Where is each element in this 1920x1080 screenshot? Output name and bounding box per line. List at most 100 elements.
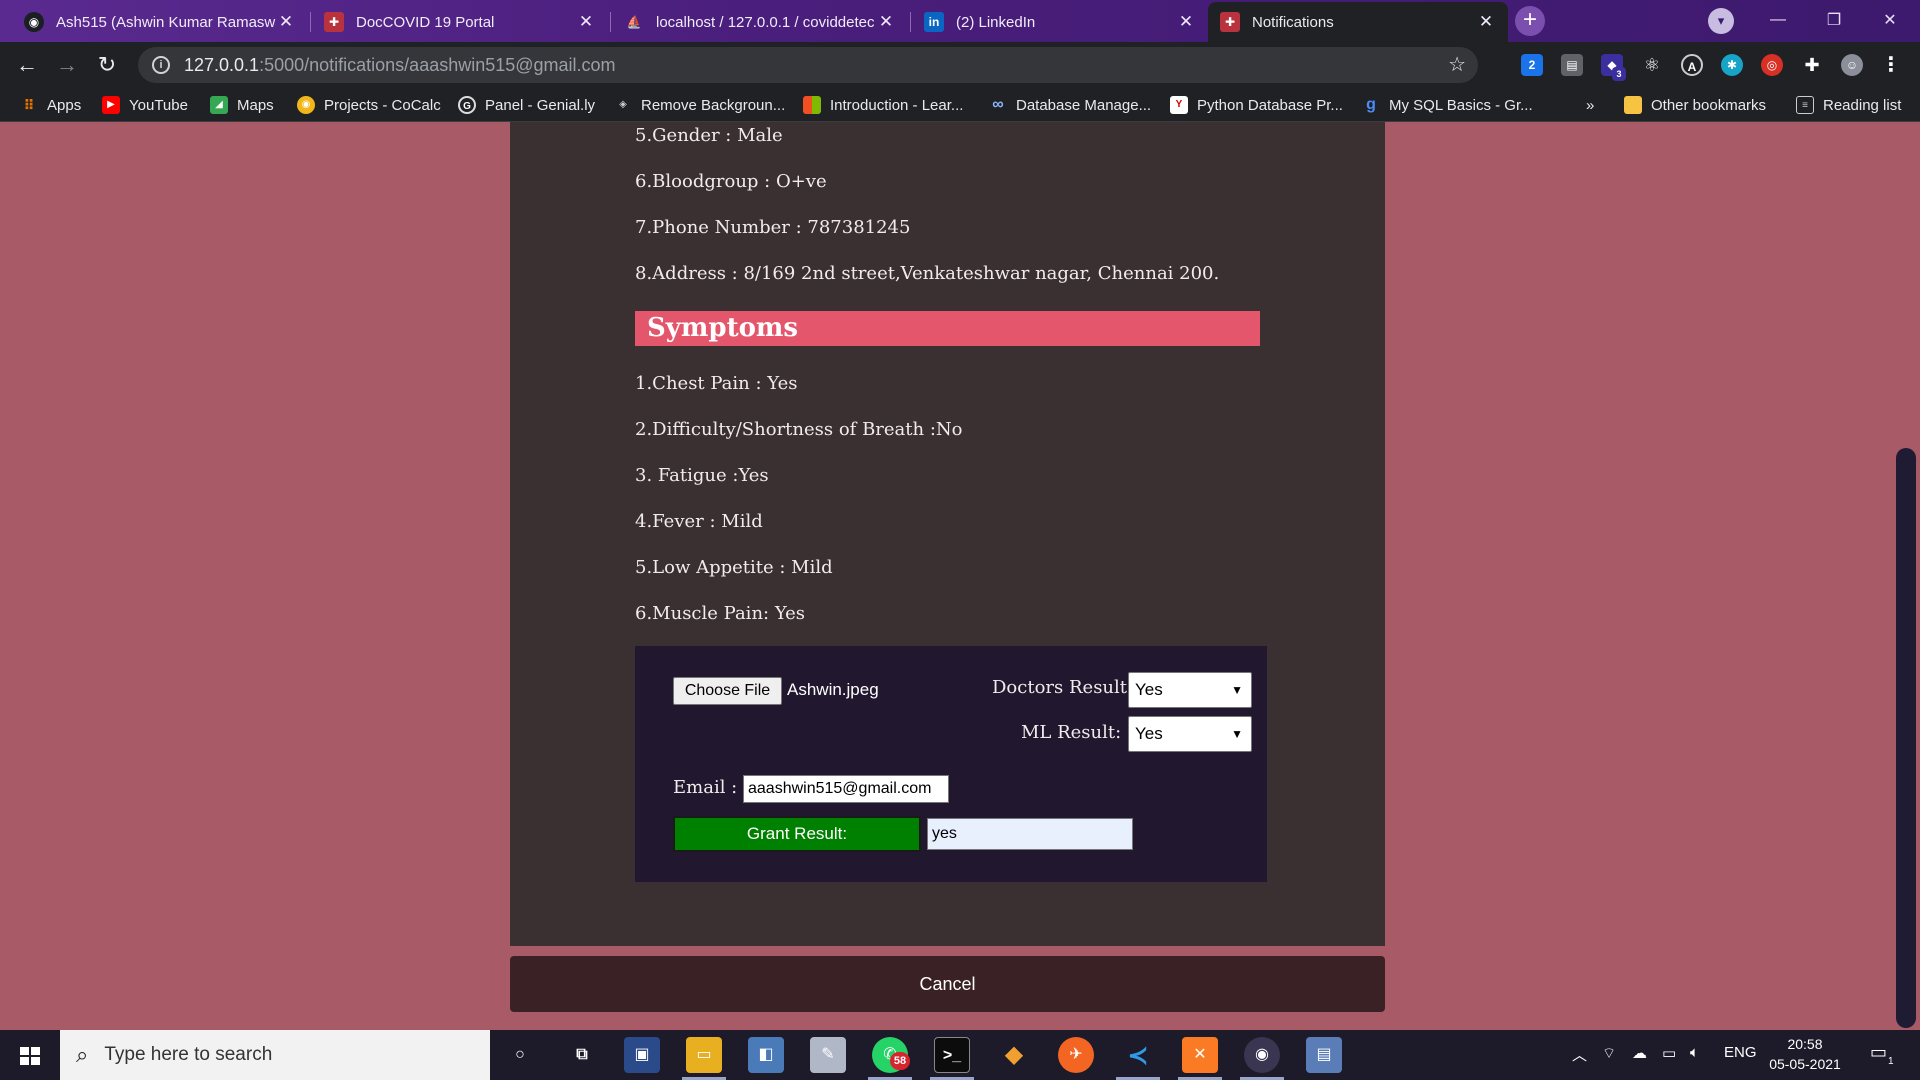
- tray-chevron-up-icon[interactable]: ︿: [1572, 1044, 1587, 1065]
- tab-notifications[interactable]: ✚ Notifications ✕: [1208, 2, 1508, 42]
- close-icon[interactable]: ✕: [1476, 12, 1496, 32]
- taskbar-search[interactable]: ⌕ Type here to search: [60, 1030, 490, 1080]
- grant-result-button[interactable]: Grant Result:: [673, 816, 921, 852]
- bookmark-star-icon[interactable]: ☆: [1448, 52, 1466, 77]
- app-icon[interactable]: ◧: [748, 1037, 784, 1073]
- windows-taskbar: ⌕ Type here to search ○ ⧉ ▣ ▭ ◧ ✎ ✆ 58 >…: [0, 1030, 1920, 1080]
- bookmark-youtube[interactable]: ▶ YouTube: [102, 93, 188, 117]
- bookmark-mysql[interactable]: g My SQL Basics - Gr...: [1362, 93, 1533, 117]
- browser-toolbar: ← → ↻ i 127.0.0.1:5000/notifications/aaa…: [0, 42, 1920, 88]
- minimize-icon[interactable]: —: [1750, 0, 1806, 40]
- start-button[interactable]: [0, 1030, 60, 1080]
- patient-bloodgroup: 6.Bloodgroup : O+ve: [635, 171, 827, 192]
- ml-result-value: Yes: [1135, 724, 1163, 743]
- extension-icon[interactable]: ✱: [1721, 54, 1743, 76]
- extension-icon[interactable]: ▤: [1561, 54, 1583, 76]
- reading-list[interactable]: ≡ Reading list: [1796, 93, 1901, 117]
- bookmark-label: Remove Backgroun...: [641, 96, 786, 114]
- bookmark-python-db[interactable]: Y Python Database Pr...: [1170, 93, 1343, 117]
- store-icon[interactable]: ▣: [624, 1037, 660, 1073]
- remote-desktop-icon[interactable]: ▤: [1306, 1037, 1342, 1073]
- vscode-icon[interactable]: ≺: [1120, 1037, 1156, 1073]
- url-path: :5000/notifications/aaashwin515@gmail.co…: [259, 54, 616, 75]
- tab-search-icon[interactable]: ▾: [1708, 8, 1734, 34]
- extension-icon[interactable]: ◎: [1761, 54, 1783, 76]
- postman-icon[interactable]: ✈: [1058, 1037, 1094, 1073]
- extensions-puzzle-icon[interactable]: ✚: [1801, 54, 1823, 76]
- reload-icon[interactable]: ↻: [92, 50, 122, 80]
- ml-result-select[interactable]: Yes ▼: [1128, 716, 1252, 752]
- react-devtools-icon[interactable]: ⚛: [1641, 54, 1663, 76]
- battery-icon[interactable]: ▭: [1662, 1044, 1676, 1062]
- task-view-icon[interactable]: ⧉: [564, 1037, 600, 1073]
- apps-grid-icon: ⠿: [23, 97, 35, 113]
- bookmark-label: Database Manage...: [1016, 96, 1152, 114]
- grant-result-field[interactable]: yes: [927, 818, 1133, 850]
- notifications-icon[interactable]: ▭: [1870, 1042, 1887, 1063]
- tab-phpmyadmin[interactable]: ⛵ localhost / 127.0.0.1 / coviddetec ✕: [612, 2, 908, 42]
- selected-file-name: Ashwin.jpeg: [787, 680, 879, 699]
- extension-icon[interactable]: 2: [1521, 54, 1543, 76]
- bookmark-label: Introduction - Lear...: [830, 96, 964, 114]
- scrollbar-thumb[interactable]: [1896, 448, 1916, 1028]
- whatsapp-badge: 58: [890, 1052, 910, 1070]
- close-icon[interactable]: ✕: [276, 12, 296, 32]
- email-field[interactable]: aaashwin515@gmail.com: [743, 775, 949, 803]
- menu-kebab-icon[interactable]: ⋮: [1880, 54, 1902, 76]
- window-close-icon[interactable]: ✕: [1862, 0, 1918, 40]
- doctors-result-select[interactable]: Yes ▼: [1128, 672, 1252, 708]
- close-icon[interactable]: ✕: [576, 12, 596, 32]
- choose-file-button[interactable]: Choose File: [673, 677, 782, 705]
- remove-bg-icon: ◈: [619, 99, 627, 110]
- extension-icon[interactable]: A: [1681, 54, 1703, 76]
- bookmarks-overflow[interactable]: »: [1586, 93, 1594, 117]
- cancel-button[interactable]: Cancel: [510, 956, 1385, 1012]
- bookmark-remove-bg[interactable]: ◈ Remove Backgroun...: [614, 93, 785, 117]
- symptom-item: 4.Fever : Mild: [635, 511, 763, 532]
- symptom-item: 2.Difficulty/Shortness of Breath :No: [635, 419, 963, 440]
- forward-icon[interactable]: →: [52, 50, 82, 80]
- tab-title: (2) LinkedIn: [956, 13, 1036, 31]
- bookmark-microsoft-learn[interactable]: Introduction - Lear...: [803, 93, 963, 117]
- onedrive-icon[interactable]: ☁: [1632, 1044, 1647, 1062]
- url-host: 127.0.0.1: [184, 54, 260, 75]
- terminal-icon[interactable]: >_: [934, 1037, 970, 1073]
- symptom-item: 1.Chest Pain : Yes: [635, 373, 798, 394]
- bookmark-cocalc[interactable]: ◉ Projects - CoCalc: [297, 93, 441, 117]
- tab-doccovid[interactable]: ✚ DocCOVID 19 Portal ✕: [312, 2, 608, 42]
- close-icon[interactable]: ✕: [876, 12, 896, 32]
- restore-icon[interactable]: ❐: [1806, 0, 1862, 40]
- page-content: 5.Gender : Male 6.Bloodgroup : O+ve 7.Ph…: [0, 122, 1920, 1030]
- symptom-item: 6.Muscle Pain: Yes: [635, 603, 806, 624]
- back-icon[interactable]: ←: [12, 50, 42, 80]
- chrome-icon[interactable]: ◉: [1244, 1037, 1280, 1073]
- profile-avatar[interactable]: ☺: [1841, 54, 1863, 76]
- bookmark-database[interactable]: ∞ Database Manage...: [989, 93, 1151, 117]
- tab-github[interactable]: ◉ Ash515 (Ashwin Kumar Ramaswa ✕: [12, 2, 308, 42]
- volume-icon[interactable]: 🔈︎: [1690, 1044, 1699, 1061]
- result-form: Choose File Ashwin.jpeg Doctors Result: …: [635, 646, 1267, 882]
- language-indicator[interactable]: ENG: [1724, 1044, 1757, 1061]
- microsoft-icon: [803, 96, 821, 114]
- address-bar[interactable]: i 127.0.0.1:5000/notifications/aaashwin5…: [138, 47, 1478, 83]
- bookmark-maps[interactable]: ◢ Maps: [210, 93, 274, 117]
- tab-linkedin[interactable]: in (2) LinkedIn ✕: [912, 2, 1208, 42]
- bookmark-apps[interactable]: ⠿ Apps: [20, 93, 82, 117]
- chevron-down-icon: ▼: [1231, 683, 1243, 697]
- bookmark-label: YouTube: [129, 96, 188, 114]
- close-icon[interactable]: ✕: [1176, 12, 1196, 32]
- browser-tab-strip: ◉ Ash515 (Ashwin Kumar Ramaswa ✕ ✚ DocCO…: [0, 0, 1920, 42]
- git-icon[interactable]: ◆: [996, 1037, 1032, 1073]
- xampp-icon[interactable]: ✕: [1182, 1037, 1218, 1073]
- clock[interactable]: 20:58 05-05-2021: [1760, 1034, 1850, 1074]
- tab-title: Notifications: [1252, 13, 1334, 31]
- site-info-icon[interactable]: i: [152, 56, 170, 74]
- bookmark-genially[interactable]: G Panel - Genial.ly: [458, 93, 595, 117]
- cortana-icon[interactable]: ○: [502, 1037, 538, 1073]
- wifi-icon[interactable]: ⌔: [1602, 1044, 1616, 1063]
- new-tab-button[interactable]: +: [1515, 6, 1545, 36]
- other-bookmarks[interactable]: Other bookmarks: [1624, 93, 1766, 117]
- bookmark-label: Panel - Genial.ly: [485, 96, 596, 114]
- file-explorer-icon[interactable]: ▭: [686, 1037, 722, 1073]
- paint-icon[interactable]: ✎: [810, 1037, 846, 1073]
